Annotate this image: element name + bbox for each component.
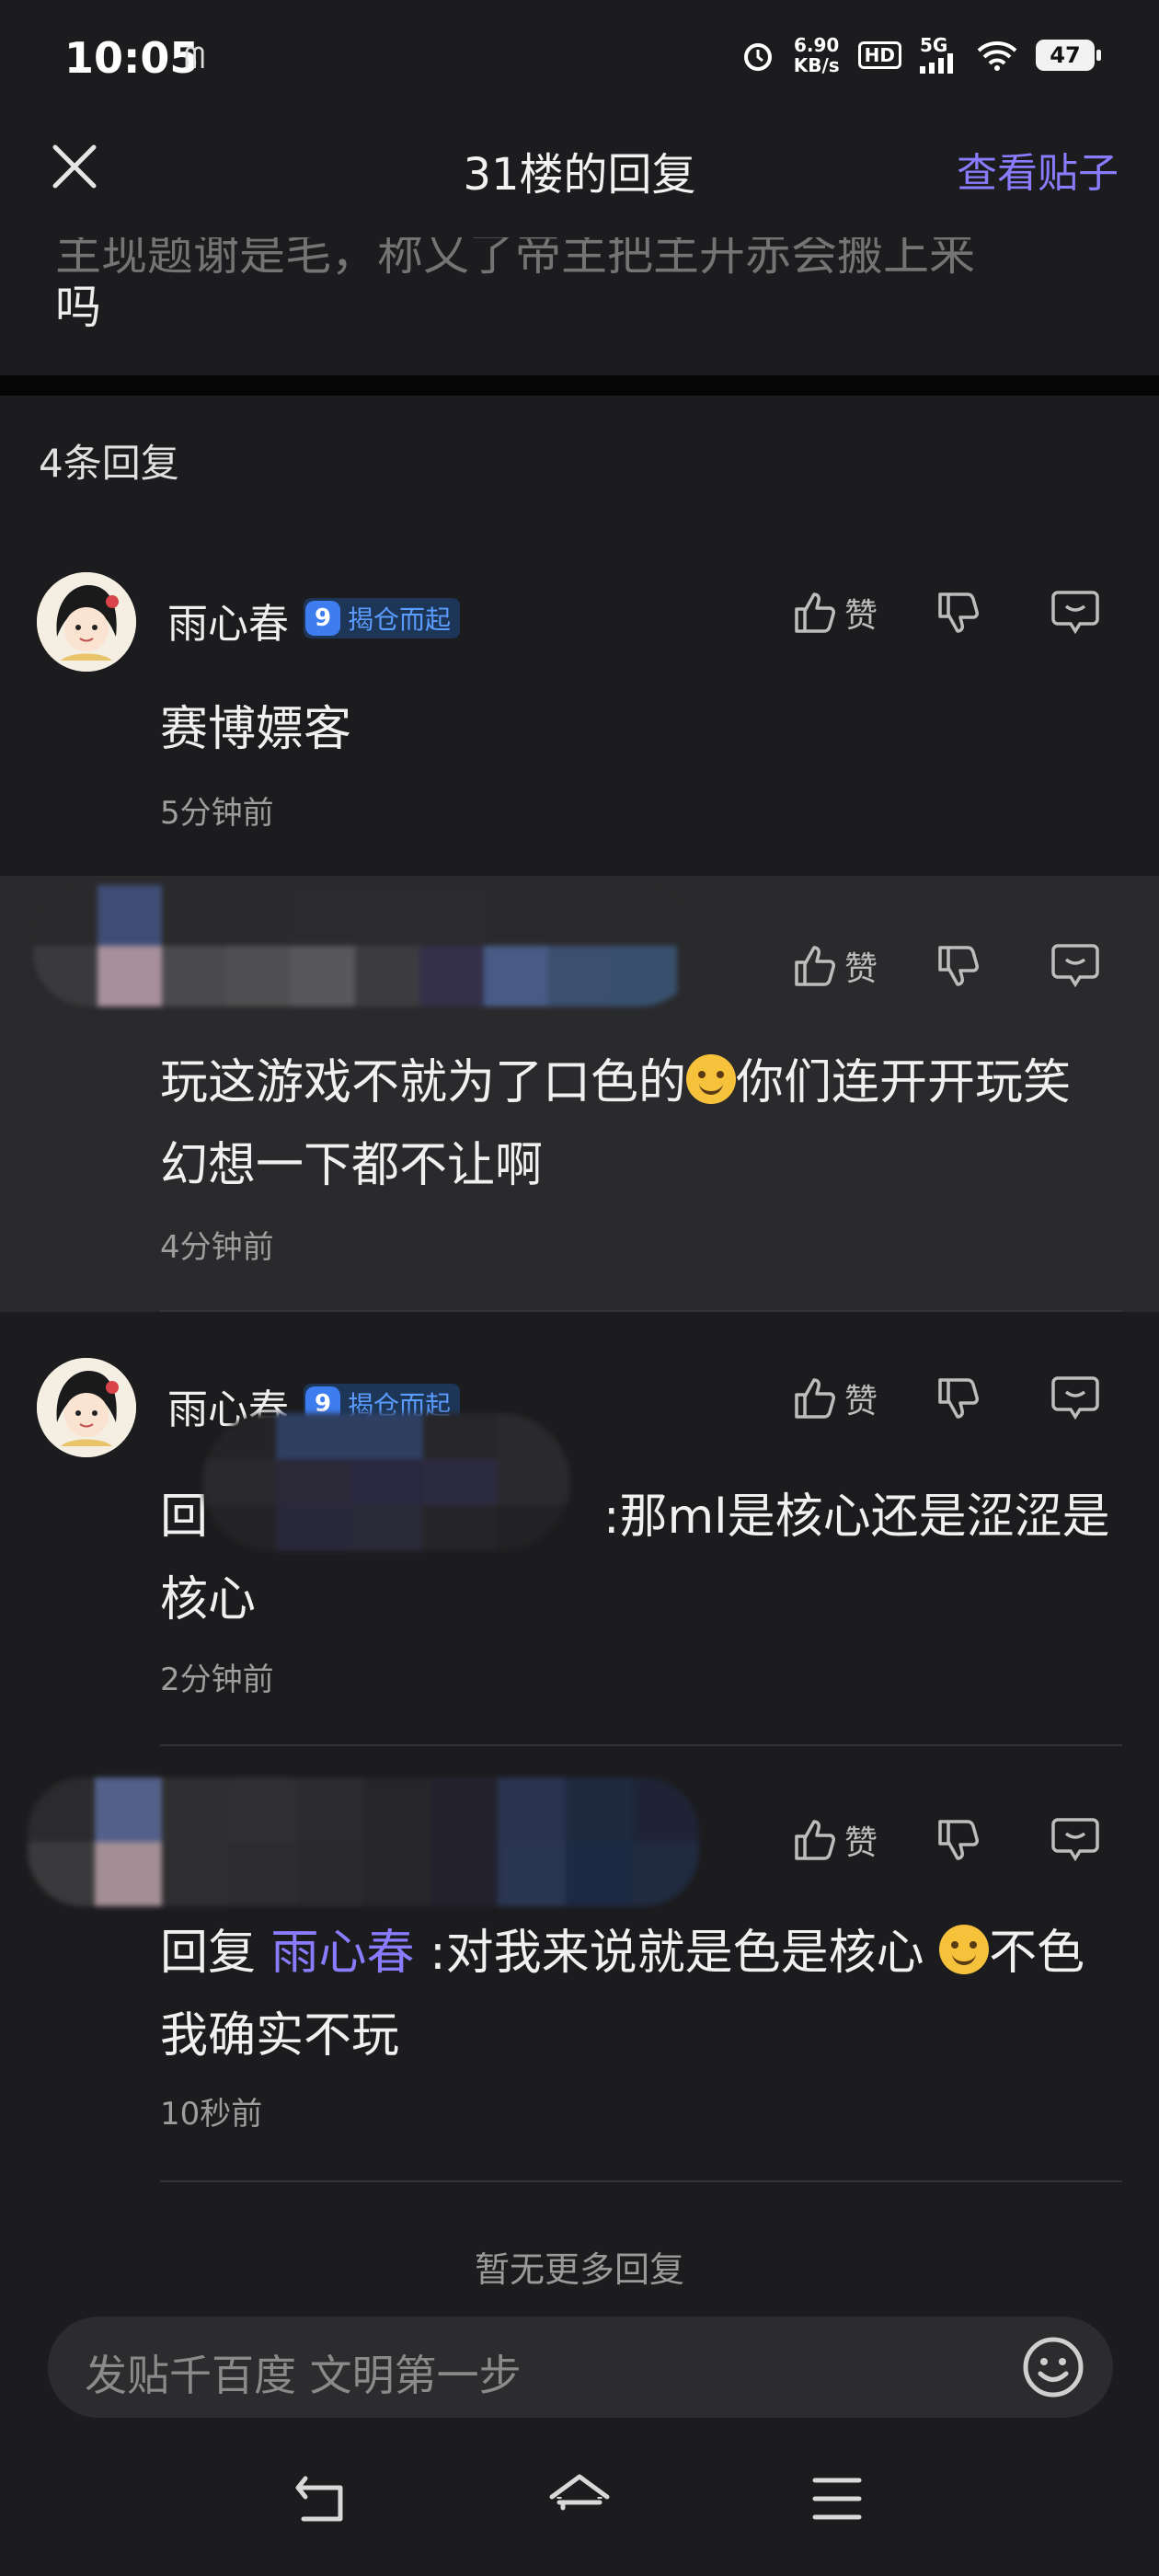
thumbs-up-icon — [795, 946, 835, 986]
comment-icon[interactable] — [1050, 1816, 1100, 1864]
thumbs-down-icon[interactable] — [935, 1374, 982, 1422]
reply-input-placeholder: 发贴千百度 文明第一步 — [85, 2351, 522, 2400]
battery-indicator: 47 — [1036, 40, 1101, 71]
reply-time: 4分钟前 — [160, 1229, 274, 1266]
level-number: 9 — [305, 601, 340, 636]
username[interactable]: 雨心春 — [167, 591, 289, 650]
thumbs-down-icon[interactable] — [935, 1816, 982, 1864]
reply-item[interactable]: 雨心春 9 揭仓而起 赞 赛博嫖客 5分钟前 — [0, 552, 1159, 876]
close-icon — [52, 144, 97, 189]
level-title: 揭仓而起 — [348, 604, 452, 635]
reply-actions: 赞 — [791, 1374, 1100, 1422]
smug-emoji-icon — [686, 1054, 737, 1104]
reply-actions: 赞 — [791, 1816, 1100, 1864]
no-more-replies: 暂无更多回复 — [474, 2249, 684, 2290]
avatar-image — [37, 572, 136, 672]
quoted-post-text: 吗 — [55, 281, 101, 334]
avatar[interactable] — [37, 572, 136, 672]
smile-emoji-icon — [939, 1925, 990, 1974]
reply-item[interactable]: 赞 回复 雨心春 :对我来说就是色是核心 不色我确实不玩 10秒前 — [0, 1746, 1159, 2182]
reply-time: 5分钟前 — [160, 795, 274, 832]
section-divider — [0, 375, 1159, 396]
reply-time: 2分钟前 — [160, 1662, 274, 1698]
thumbs-up-icon — [795, 1378, 835, 1419]
reply-count: 4条回复 — [39, 441, 179, 486]
home-icon — [549, 2474, 610, 2511]
quoted-post[interactable]: 主现题谢是毛，称又了帝主把主开赤会搬上来 吗 — [0, 237, 1159, 375]
reply-text: :那ml是核心还是涩涩是核心 — [160, 1489, 1110, 1627]
reply-item[interactable]: 赞 玩这游戏不就为了口色的 你们连开开玩笑幻想一下都不让啊 4分钟前 — [0, 876, 1159, 1312]
home-button[interactable] — [546, 2471, 613, 2530]
menu-icon — [812, 2478, 862, 2520]
reply-actions: 赞 — [791, 942, 1100, 990]
comment-icon[interactable] — [1050, 589, 1100, 637]
like-label: 赞 — [844, 1383, 878, 1420]
close-button[interactable] — [48, 140, 101, 193]
system-nav-bar — [0, 2425, 1159, 2576]
like-label: 赞 — [844, 597, 878, 635]
comment-icon[interactable] — [1050, 942, 1100, 990]
reply-actions: 赞 — [791, 589, 1100, 637]
thumbs-down-icon[interactable] — [935, 589, 982, 637]
level-badge: 9 揭仓而起 — [304, 598, 461, 638]
mention-link[interactable]: 雨心春 — [271, 1926, 415, 1981]
wifi-icon — [977, 41, 1017, 71]
like-label: 赞 — [844, 950, 878, 988]
like-label: 赞 — [844, 1824, 878, 1862]
back-button[interactable] — [293, 2471, 351, 2530]
comment-icon[interactable] — [1050, 1374, 1100, 1422]
thumbs-down-icon[interactable] — [935, 942, 982, 990]
menu-button[interactable] — [809, 2473, 865, 2528]
network-speed: 6.90 KB/s — [793, 34, 840, 76]
avatar-image — [37, 1358, 136, 1457]
alarm-icon — [743, 43, 772, 71]
back-icon — [295, 2476, 343, 2522]
reply-item[interactable]: 雨心春 9 揭仓而起 赞 回 :那ml是核心还是涩涩是核心 2分钟前 — [0, 1312, 1159, 1744]
hd-indicator: HD — [857, 41, 901, 69]
reply-input[interactable]: 发贴千百度 文明第一步 — [48, 2317, 1113, 2418]
reply-text: 回复 雨心春 :对我来说就是色是核心 不色我确实不玩 — [160, 1925, 1085, 2064]
notification-icon: ᗰ — [184, 40, 206, 75]
like-button[interactable]: 赞 — [791, 1374, 878, 1422]
row-divider — [160, 2180, 1122, 2182]
like-button[interactable]: 赞 — [791, 1816, 878, 1864]
quoted-post-text-partial: 主现题谢是毛，称又了帝主把主开赤会搬上来 — [55, 237, 975, 281]
emoji-button[interactable] — [1021, 2335, 1085, 2403]
avatar[interactable] — [37, 1358, 136, 1457]
reply-text: 玩这游戏不就为了口色的 你们连开开玩笑幻想一下都不让啊 — [160, 1054, 1072, 1193]
reply-time: 10秒前 — [160, 2096, 263, 2133]
like-button[interactable]: 赞 — [791, 589, 878, 637]
redacted-user-mosaic — [28, 1777, 699, 1906]
emoji-icon — [1023, 2337, 1084, 2398]
signal-icon: 5G — [920, 36, 958, 74]
like-button[interactable]: 赞 — [791, 942, 878, 990]
status-bar: 10:05 ᗰ 6.90 KB/s HD 5G 47 — [0, 0, 1159, 120]
reply-text: 赛博嫖客 — [160, 702, 352, 757]
view-post-link[interactable]: 查看贴子 — [957, 140, 1119, 199]
thumbs-up-icon — [795, 592, 835, 633]
status-time: 10:05 — [64, 33, 200, 83]
status-icons: 6.90 KB/s HD 5G 47 — [740, 34, 1101, 76]
redacted-user-mosaic — [33, 885, 695, 1006]
thumbs-up-icon — [795, 1820, 835, 1860]
